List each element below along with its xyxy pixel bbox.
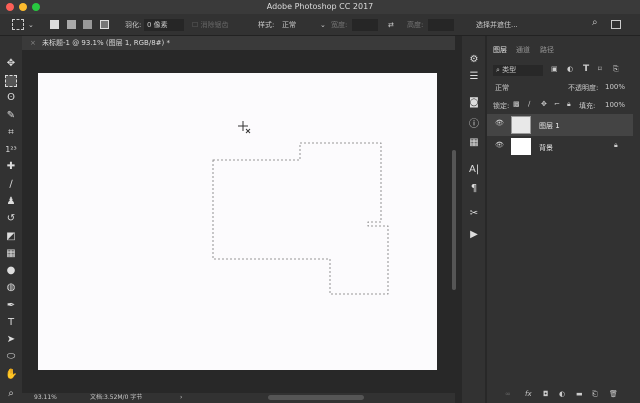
layer-name[interactable]: 背景 (539, 143, 553, 153)
filter-pixel-icon[interactable]: ▣ (551, 65, 558, 73)
info-icon[interactable]: ⓘ (469, 119, 479, 131)
lock-all-icon[interactable]: 🔒︎ (567, 100, 571, 109)
opacity-input[interactable]: 100% (605, 83, 625, 91)
layer-row[interactable]: 👁︎ 图层 1 (487, 114, 633, 136)
paragraph-icon[interactable]: ¶ (469, 183, 479, 195)
layers-panel: 图层 通道 路径 ⌕ 类型 ▣ ◐ T ⌑ ⎘ 正常 不透明度: 100% 锁定… (487, 36, 640, 403)
play-actions-icon[interactable]: ▶ (469, 229, 479, 241)
visibility-eye-icon[interactable]: 👁︎ (495, 141, 504, 149)
fill-label: 填充: (579, 102, 596, 110)
filter-adjustment-icon[interactable]: ◐ (567, 65, 573, 73)
brush-settings-icon[interactable]: ✂ (469, 208, 479, 220)
blend-row: 正常 不透明度: 100% (487, 77, 640, 97)
visibility-eye-icon[interactable]: 👁︎ (495, 119, 504, 127)
layer-name[interactable]: 图层 1 (539, 121, 560, 131)
adjustment-layer-icon[interactable]: ◐ (559, 390, 565, 398)
link-layers-icon[interactable]: ∞ (505, 390, 511, 398)
add-mask-icon[interactable]: ◘ (543, 390, 549, 398)
layer-row[interactable]: 👁︎ 背景 🔒︎ (487, 136, 633, 158)
tab-paths[interactable]: 路径 (540, 45, 554, 55)
panel-dock: ⚙ ☰ ◙ ⓘ ▦ A| ¶ ✂ ▶ (462, 36, 485, 403)
blend-mode-select[interactable]: 正常 (495, 83, 509, 93)
layer-thumbnail (511, 116, 531, 134)
horizontal-scrollbar[interactable] (268, 395, 364, 400)
lock-position-icon[interactable]: ✥ (541, 100, 547, 108)
properties-icon[interactable]: ☰ (469, 71, 479, 83)
lock-icon: 🔒︎ (614, 141, 618, 149)
fx-icon[interactable]: fx (525, 390, 532, 398)
doc-info: 文档:3.52M/0 字节 (90, 394, 143, 401)
new-layer-icon[interactable]: ⎗ (592, 390, 598, 399)
tab-layers[interactable]: 图层 (493, 45, 507, 55)
opacity-label: 不透明度: (568, 84, 599, 92)
vertical-scrollbar[interactable] (452, 150, 456, 290)
filter-kind-label: 类型 (502, 66, 517, 74)
layer-thumbnail (511, 138, 531, 155)
lock-pixels-icon[interactable]: ∕ (528, 100, 530, 108)
tab-channels[interactable]: 通道 (516, 45, 530, 55)
lock-artboard-icon[interactable]: ⌐ (554, 100, 560, 108)
marching-ants-selection (212, 142, 389, 295)
adjustments-icon[interactable]: ◙ (469, 97, 479, 109)
filter-type-icon[interactable]: T (583, 64, 589, 74)
filter-kind-select[interactable]: ⌕ 类型 (493, 65, 543, 76)
lock-transparent-icon[interactable]: ▩ (513, 100, 520, 108)
delete-layer-icon[interactable]: 🗑︎ (609, 390, 618, 398)
filter-smart-object-icon[interactable]: ⎘ (613, 65, 619, 74)
lock-label: 锁定: (493, 102, 510, 110)
chevron-right-icon[interactable]: › (180, 393, 182, 403)
new-group-icon[interactable]: ▬ (576, 390, 583, 398)
character-icon[interactable]: A| (469, 164, 479, 176)
filter-shape-icon[interactable]: ⌑ (598, 65, 602, 73)
crosshair-cursor-icon (238, 121, 251, 134)
status-bar: 93.11% 文档:3.52M/0 字节 › (22, 393, 455, 403)
fill-input[interactable]: 100% (605, 101, 625, 109)
lock-row: 锁定: ▩ ∕ ✥ ⌐ 🔒︎ 填充: 100% (487, 95, 640, 115)
zoom-level[interactable]: 93.11% (34, 393, 57, 403)
swatches-icon[interactable]: ▦ (469, 137, 479, 149)
layers-footer: ∞ fx ◘ ◐ ▬ ⎗ 🗑︎ (487, 390, 640, 403)
history-icon[interactable]: ⚙ (469, 54, 479, 66)
